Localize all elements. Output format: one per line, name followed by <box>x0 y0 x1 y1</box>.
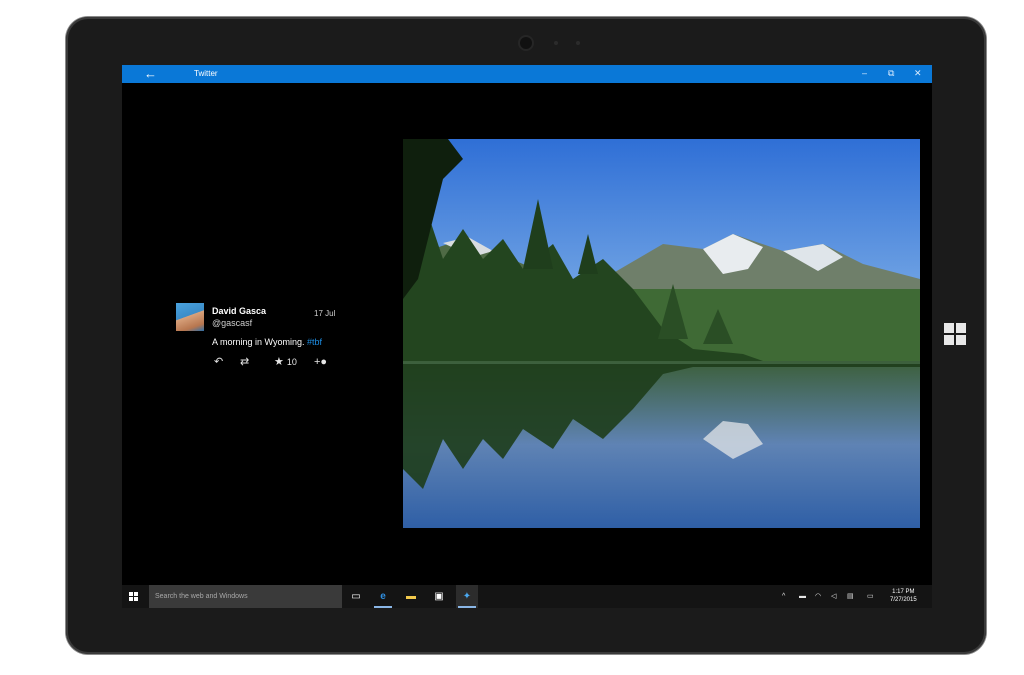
back-arrow-icon[interactable]: ← <box>144 66 157 82</box>
tweet-photo[interactable] <box>403 139 920 528</box>
favorite-count: 10 <box>286 357 297 367</box>
tweet-body: A morning in Wyoming. <box>212 337 305 347</box>
reply-icon[interactable]: ↶ <box>214 356 223 368</box>
add-user-icon[interactable]: +● <box>314 356 327 368</box>
windows-hardware-button-icon[interactable] <box>944 323 966 345</box>
app-titlebar: ← Twitter – ⧉ ✕ <box>122 65 932 83</box>
camera-icon <box>520 37 532 49</box>
lake-landscape-image <box>403 139 920 528</box>
battery-icon[interactable]: ▬ <box>799 585 806 608</box>
tweet-actions: ↶ ⇄ ★ 10 +● <box>212 356 342 370</box>
store-icon[interactable]: ▣ <box>428 585 450 608</box>
twitter-icon[interactable]: ✦ <box>456 585 478 608</box>
start-button[interactable] <box>129 592 138 601</box>
sensor-icon <box>576 41 580 45</box>
window-title: Twitter <box>194 69 218 78</box>
action-center-icon[interactable]: ▤ <box>847 585 854 608</box>
clock[interactable]: 1:17 PM 7/27/2015 <box>890 588 917 604</box>
star-icon: ★ <box>274 356 284 368</box>
clock-time: 1:17 PM <box>892 589 915 595</box>
screen: ← Twitter – ⧉ ✕ David Gasca @gascasf 17 … <box>122 65 932 608</box>
clock-date: 7/27/2015 <box>890 597 917 603</box>
volume-icon[interactable]: ◁ <box>831 585 836 608</box>
hashtag-link[interactable]: #tbf <box>307 337 322 347</box>
task-view-icon[interactable]: ▭ <box>345 585 367 608</box>
minimize-button[interactable]: – <box>862 68 867 79</box>
search-input[interactable]: Search the web and Windows <box>149 585 342 608</box>
tweet-text: A morning in Wyoming. #tbf <box>212 337 322 347</box>
restore-button[interactable]: ⧉ <box>888 68 894 79</box>
close-button[interactable]: ✕ <box>914 68 922 79</box>
keyboard-icon[interactable]: ▭ <box>867 585 874 608</box>
sensor-icon <box>554 41 558 45</box>
edge-icon[interactable]: e <box>372 585 394 608</box>
taskbar: Search the web and Windows ▭ e ▬ ▣ ✦ ^ ▬… <box>122 585 932 608</box>
author-handle[interactable]: @gascasf <box>212 318 252 328</box>
retweet-icon[interactable]: ⇄ <box>240 356 249 368</box>
avatar[interactable] <box>176 303 204 331</box>
wifi-icon[interactable]: ◠ <box>815 585 821 608</box>
show-hidden-icons-icon[interactable]: ^ <box>782 585 785 608</box>
favorite-button[interactable]: ★ 10 <box>274 356 297 368</box>
author-name[interactable]: David Gasca <box>212 306 266 316</box>
file-explorer-icon[interactable]: ▬ <box>400 585 422 608</box>
tweet-date: 17 Jul <box>314 309 336 318</box>
